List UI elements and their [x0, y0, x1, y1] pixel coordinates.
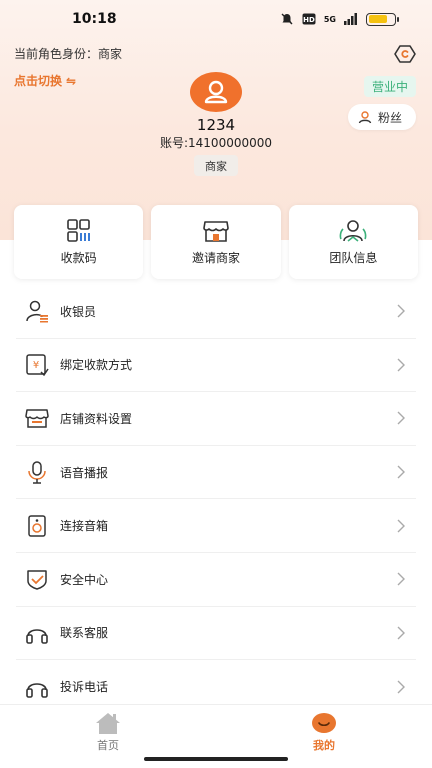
- menu-item-voice-broadcast[interactable]: 语音播报: [16, 446, 416, 500]
- status-icons: HD 5G: [280, 12, 399, 26]
- tab-home-label: 首页: [97, 739, 119, 752]
- role-line: 当前角色身份：商家: [14, 45, 122, 62]
- chevron-right-icon: [397, 519, 405, 533]
- switch-arrow-icon: ⇋: [66, 73, 77, 88]
- user-avatar-icon: [204, 80, 228, 104]
- quick-action-team-info[interactable]: 团队信息: [288, 205, 418, 279]
- avatar[interactable]: [190, 72, 242, 112]
- svg-text:HD: HD: [303, 16, 315, 24]
- settings-button[interactable]: [394, 43, 416, 65]
- smile-face-icon: [312, 713, 336, 733]
- switch-role-label: 点击切换: [14, 74, 63, 88]
- menu-item-contact-support[interactable]: 联系客服: [16, 607, 416, 661]
- battery-level: [368, 15, 388, 23]
- quick-action-invite-merchant[interactable]: 邀请商家: [151, 205, 281, 279]
- signal-icon: [344, 13, 357, 25]
- chevron-right-icon: [397, 358, 405, 372]
- store-icon: [203, 220, 229, 242]
- microphone-icon: [24, 459, 50, 485]
- quick-action-label: 邀请商家: [191, 250, 240, 265]
- menu-item-shop-settings[interactable]: 店铺资料设置: [16, 392, 416, 446]
- status-time: 10:18: [72, 11, 117, 27]
- home-icon: [96, 713, 120, 734]
- status-bar: 10:18 HD 5G: [0, 0, 432, 38]
- menu-item-label: 店铺资料设置: [60, 411, 133, 426]
- headset-icon: [24, 674, 50, 700]
- battery-icon: [366, 12, 399, 26]
- menu-item-connect-speaker[interactable]: 连接音箱: [16, 499, 416, 553]
- menu-item-label: 安全中心: [60, 572, 109, 587]
- shop-settings-icon: [24, 405, 50, 431]
- menu-item-cashier[interactable]: 收银员: [16, 285, 416, 339]
- cashier-icon: [24, 298, 50, 324]
- shield-icon: [24, 566, 50, 592]
- business-status-badge: 营业中: [363, 76, 416, 97]
- payment-bind-icon: ¥: [24, 352, 50, 378]
- menu-item-label: 语音播报: [60, 465, 109, 480]
- quick-action-payment-code[interactable]: 收款码: [14, 205, 144, 279]
- role-value: 商家: [98, 47, 123, 61]
- home-indicator: [144, 757, 288, 761]
- settings-menu: 收银员 ¥ 绑定收款方式 店铺资料设置 语音播报 连接音箱 安全中心 联系客服 …: [16, 285, 416, 714]
- chevron-right-icon: [397, 304, 405, 318]
- quick-action-label: 收款码: [60, 250, 97, 265]
- menu-item-label: 收银员: [60, 304, 97, 319]
- chevron-right-icon: [397, 572, 405, 586]
- menu-item-label: 投诉电话: [60, 680, 109, 695]
- network-label: 5G: [323, 14, 336, 24]
- username: 1234: [196, 116, 236, 134]
- menu-item-bind-payment[interactable]: ¥ 绑定收款方式: [16, 339, 416, 393]
- quick-action-label: 团队信息: [329, 250, 378, 265]
- chevron-right-icon: [397, 626, 405, 640]
- chevron-right-icon: [397, 465, 405, 479]
- hd-icon: HD: [302, 13, 316, 25]
- role-badge: 商家: [194, 155, 238, 176]
- menu-item-label: 连接音箱: [60, 519, 109, 534]
- menu-item-label: 绑定收款方式: [60, 358, 133, 373]
- menu-item-label: 联系客服: [60, 626, 109, 641]
- headset-icon: [24, 620, 50, 646]
- quick-actions: 收款码 邀请商家 团队信息: [14, 205, 418, 279]
- svg-text:¥: ¥: [33, 360, 39, 371]
- menu-item-security-center[interactable]: 安全中心: [16, 553, 416, 607]
- chevron-right-icon: [397, 411, 405, 425]
- role-prefix: 当前角色身份：: [14, 47, 99, 61]
- mute-bell-icon: [281, 13, 293, 25]
- qr-code-icon: [66, 218, 90, 242]
- team-icon: [339, 219, 367, 242]
- tab-mine-label: 我的: [313, 739, 335, 752]
- account-number: 账号:14100000000: [159, 136, 273, 150]
- hexagon-settings-icon: [394, 45, 416, 63]
- chevron-right-icon: [397, 680, 405, 694]
- switch-role-button[interactable]: 点击切换 ⇋: [14, 72, 76, 89]
- speaker-icon: [24, 513, 50, 539]
